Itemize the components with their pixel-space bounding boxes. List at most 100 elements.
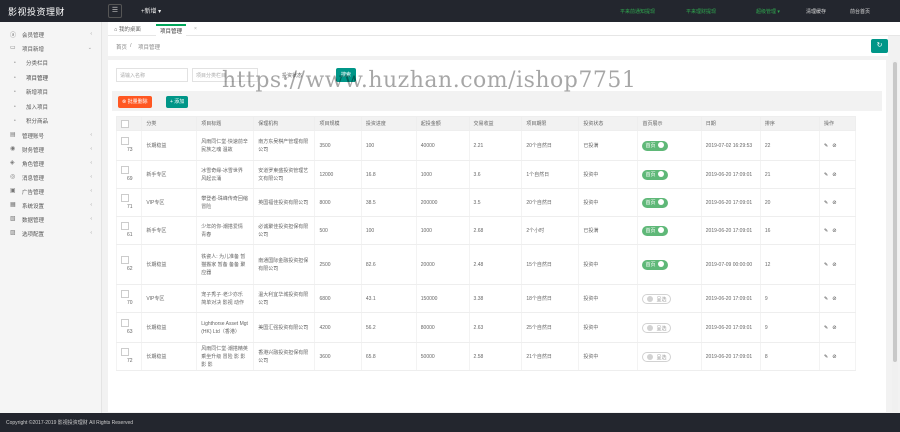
breadcrumb-home[interactable]: 首页 [116, 43, 127, 51]
cell-min: 20000 [415, 244, 470, 285]
sidebar-item-9[interactable]: ◈ 角色管理 ‹ [0, 157, 102, 171]
homepage-toggle[interactable]: 呈选 [642, 351, 672, 362]
edit-icon[interactable]: ✎ [824, 143, 828, 149]
homepage-toggle[interactable]: 首页 [642, 169, 669, 180]
row-select-cell[interactable]: 72 [115, 342, 143, 371]
cell-progress: 100 [360, 130, 417, 161]
row-select-cell[interactable]: 71 [115, 188, 143, 217]
column-header[interactable] [115, 116, 143, 131]
row-select-cell[interactable]: 70 [115, 284, 143, 313]
row-id: 73 [127, 146, 133, 153]
cell-term: 21个自然日 [521, 342, 580, 371]
tab-home[interactable]: ⌂ 我的桌面 [114, 25, 141, 33]
edit-icon[interactable]: ✎ [824, 325, 828, 331]
tab-bar: ⌂ 我的桌面 项目管理 × [108, 22, 900, 36]
edit-icon[interactable]: ✎ [824, 172, 828, 178]
menu-toggle-button[interactable]: ☰ [108, 4, 122, 18]
sidebar-item-7[interactable]: ▤ 管理账号 ‹ [0, 129, 102, 143]
sidebar-item-1[interactable]: ▭ 项目新增 ⌄ [0, 42, 102, 56]
sidebar-item-0[interactable]: ⓐ 会员管理 ‹ [0, 28, 102, 42]
edit-icon[interactable]: ✎ [824, 354, 828, 360]
sidebar-item-14[interactable]: ▨ 选项配置 ‹ [0, 227, 102, 241]
row-checkbox[interactable] [121, 348, 129, 357]
sidebar-item-label: 项目新增 [22, 47, 45, 53]
homepage-toggle[interactable]: 首页 [642, 259, 669, 270]
delete-icon[interactable]: ⊘ [832, 172, 836, 178]
row-select-cell[interactable]: 62 [115, 244, 143, 285]
cell-org: 必诚聚佳投资担保有限公司 [253, 216, 316, 245]
top-navbar: 影视投资理财 ☰ +新增 ▾ 平来前通知提现 平来理财提现 超级管理 ▾ 清理缓存 前台… [0, 0, 900, 22]
row-checkbox[interactable] [121, 222, 129, 231]
top-link-3[interactable]: 清理缓存 [806, 8, 826, 15]
delete-icon[interactable]: ⊘ [832, 143, 836, 149]
project-table: 分类 项目标题 保理机构 项目规模 投资进度 起投金额 交易收益 项目期限 投资状态 首页展示 日期… [115, 116, 857, 371]
cell-status: 投资中 [578, 160, 639, 189]
sidebar-item-4[interactable]: • 新增项目 [0, 85, 102, 99]
edit-icon[interactable]: ✎ [824, 228, 828, 234]
delete-icon[interactable]: ⊘ [832, 296, 836, 302]
scrollbar-thumb[interactable] [893, 62, 897, 362]
menu-icon: ⓐ [10, 33, 17, 39]
delete-icon[interactable]: ⊘ [832, 354, 836, 360]
cell-title: 风雨同仁堂·潮搭精英 乘坐升级 冒险 影 影 影 影 [196, 342, 255, 371]
top-link-1[interactable]: 平来理财提现 [686, 8, 716, 15]
row-select-cell[interactable]: 61 [115, 216, 143, 245]
cell-show: 首页 [637, 188, 702, 217]
cell-min: 80000 [415, 312, 470, 343]
row-checkbox[interactable] [121, 290, 129, 299]
top-link-2[interactable]: 超级管理 ▾ [756, 8, 780, 15]
delete-icon[interactable]: ⊘ [832, 228, 836, 234]
column-header: 排序 [759, 116, 820, 131]
sidebar-item-11[interactable]: ▣ 广告管理 ‹ [0, 185, 102, 199]
homepage-toggle[interactable]: 呈选 [642, 293, 672, 304]
name-search-input[interactable]: 请输入名称 [116, 68, 188, 82]
row-checkbox[interactable] [121, 166, 129, 175]
row-checkbox[interactable] [121, 256, 129, 265]
homepage-toggle[interactable]: 首页 [642, 225, 669, 236]
sidebar-item-label: 选项配置 [22, 231, 45, 238]
add-button[interactable]: + 添加 [166, 96, 189, 108]
cell-org: 美国汇强投资有限公司 [253, 312, 316, 343]
homepage-toggle[interactable]: 首页 [642, 197, 669, 208]
toggle-knob [658, 261, 665, 268]
row-select-cell[interactable]: 69 [115, 160, 143, 189]
delete-icon[interactable]: ⊘ [832, 325, 836, 331]
tab-project-management[interactable]: 项目管理 [156, 24, 187, 36]
homepage-toggle[interactable]: 首页 [642, 140, 669, 151]
sidebar-item-3[interactable]: • 项目管理 [0, 71, 102, 85]
sidebar-item-10[interactable]: ◎ 消息管理 ‹ [0, 171, 102, 185]
delete-icon[interactable]: ⊘ [832, 262, 836, 268]
close-icon[interactable]: × [194, 26, 197, 32]
cell-scale: 2500 [314, 244, 362, 285]
row-select-cell[interactable]: 73 [115, 130, 143, 161]
top-link-4[interactable]: 前台首页 [850, 8, 870, 15]
select-all-checkbox[interactable] [121, 119, 129, 128]
edit-icon[interactable]: ✎ [824, 296, 828, 302]
cell-min: 40000 [415, 130, 470, 161]
batch-delete-button[interactable]: ⊗ 批量删除 [118, 96, 152, 108]
row-select-cell[interactable]: 63 [115, 312, 143, 343]
scrollbar[interactable] [892, 60, 898, 412]
cell-show: 首页 [637, 216, 702, 245]
row-checkbox[interactable] [121, 194, 129, 203]
homepage-toggle[interactable]: 呈选 [642, 322, 672, 333]
sidebar-item-2[interactable]: • 分类栏目 [0, 56, 102, 70]
table-row: 73 长期稳益 风雨同仁堂·快速前辛 民族之魂 温故 南方东吴棋产管理有限公司 3500… [115, 130, 857, 161]
column-header: 交易收益 [468, 116, 523, 131]
delete-icon[interactable]: ⊘ [832, 200, 836, 206]
row-id: 63 [127, 328, 133, 335]
row-checkbox[interactable] [121, 319, 129, 328]
row-checkbox[interactable] [121, 137, 129, 146]
add-dropdown-button[interactable]: +新增 ▾ [141, 6, 161, 15]
sidebar-item-6[interactable]: • 积分商品 [0, 114, 102, 128]
toggle-label: 呈选 [656, 325, 667, 332]
refresh-button[interactable]: ↻ [871, 39, 888, 53]
column-header: 项目规模 [314, 116, 362, 131]
sidebar-item-13[interactable]: ▧ 数据管理 ‹ [0, 213, 102, 227]
sidebar-item-12[interactable]: ▦ 系统设置 ‹ [0, 199, 102, 213]
edit-icon[interactable]: ✎ [824, 262, 828, 268]
sidebar-item-8[interactable]: ◉ 财务管理 ‹ [0, 143, 102, 157]
top-link-0[interactable]: 平来前通知提现 [620, 8, 655, 15]
sidebar-item-5[interactable]: • 加入项目 [0, 100, 102, 114]
edit-icon[interactable]: ✎ [824, 200, 828, 206]
